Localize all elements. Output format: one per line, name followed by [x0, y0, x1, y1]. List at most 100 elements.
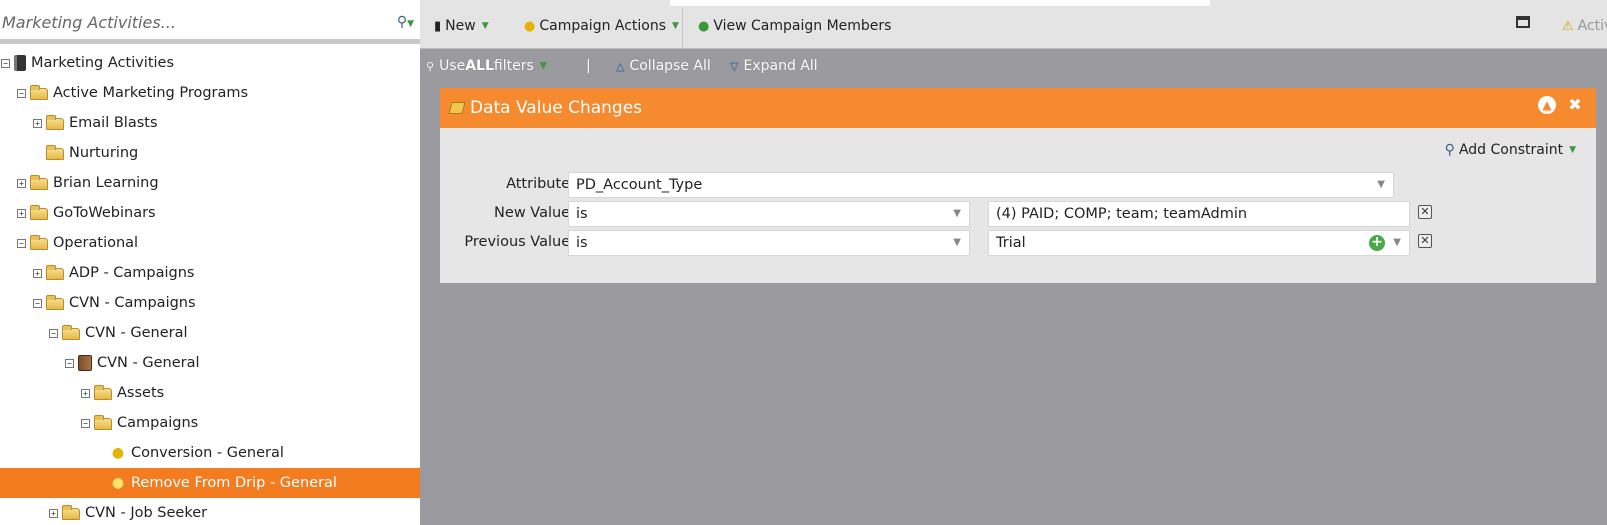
attribute-select[interactable]: PD_Account_Type ▼	[568, 172, 1394, 198]
chevron-down-icon: ▼	[953, 237, 961, 248]
use-all-filters-button[interactable]: ⚲ Use ALL filters ▼	[426, 58, 547, 74]
new-value-operator[interactable]: is ▼	[568, 201, 970, 227]
tree-item-label: GoToWebinars	[53, 205, 156, 221]
members-icon: ●	[698, 18, 710, 34]
collapse-all-button[interactable]: △ Collapse All	[616, 58, 711, 74]
tree-item[interactable]: − CVN - General	[0, 318, 420, 348]
folder-icon	[62, 505, 80, 520]
panel-actions: ▲ ✖	[1538, 96, 1584, 114]
filter-divider: |	[586, 58, 591, 74]
tree-item-label: Campaigns	[117, 415, 199, 431]
filter-panel: Data Value Changes ▲ ✖ ⚲ Add Constraint …	[440, 88, 1596, 283]
previous-value-input[interactable]: Trial + ▼	[988, 230, 1410, 256]
toolbar: ▮ New ▼ ● Campaign Actions ▼ ● View Camp…	[420, 0, 1607, 49]
previous-value-text: Trial	[996, 235, 1026, 251]
tree-item[interactable]: − Campaigns	[0, 408, 420, 438]
folder-icon	[94, 415, 112, 430]
expand-toggle-icon[interactable]: +	[33, 268, 42, 278]
bulb-icon: ●	[524, 18, 536, 34]
chevron-down-icon[interactable]: ▼	[1393, 231, 1401, 255]
pencil-icon	[448, 102, 466, 114]
tree-item-label: CVN - Job Seeker	[85, 505, 208, 521]
filter-bar: ⚲ Use ALL filters ▼ | △ Collapse All ▽ E…	[420, 50, 1607, 86]
previous-value-operator-text: is	[576, 235, 588, 251]
previous-value-operator[interactable]: is ▼	[568, 230, 970, 256]
expand-toggle-icon[interactable]: +	[49, 508, 58, 518]
campaign-actions-button[interactable]: ● Campaign Actions ▼	[524, 18, 679, 34]
folder-icon	[30, 235, 48, 250]
view-members-label: View Campaign Members	[713, 18, 892, 34]
tree-item-label: Brian Learning	[53, 175, 159, 191]
use-suffix: filters	[493, 58, 534, 74]
expand-toggle-icon[interactable]: +	[17, 208, 26, 218]
tree-item-label: CVN - General	[97, 355, 200, 371]
collapse-toggle-icon[interactable]: −	[49, 328, 58, 338]
remove-previous-value-icon[interactable]: ✕	[1418, 234, 1432, 248]
folder-icon	[94, 385, 112, 400]
tree-item[interactable]: + CVN - Job Seeker	[0, 498, 420, 525]
collapse-toggle-icon[interactable]: −	[65, 358, 74, 368]
close-icon[interactable]: ✖	[1566, 96, 1584, 114]
dropdown-arrow-icon: ▼	[481, 21, 489, 31]
root-icon	[14, 55, 26, 71]
tree-item[interactable]: ● Remove From Drip - General	[0, 468, 420, 498]
new-value-operator-text: is	[576, 206, 588, 222]
collapse-toggle-icon[interactable]: −	[81, 418, 90, 428]
search-input[interactable]	[2, 8, 372, 36]
new-icon: ▮	[434, 18, 442, 34]
collapse-toggle-icon[interactable]: −	[1, 58, 10, 68]
tree-item[interactable]: − CVN - Campaigns	[0, 288, 420, 318]
collapse-toggle-icon[interactable]: −	[17, 88, 26, 98]
folder-icon	[46, 295, 64, 310]
toggle-spacer	[97, 449, 106, 458]
add-constraint-label: Add Constraint	[1458, 142, 1564, 158]
filter-panel-header: Data Value Changes ▲ ✖	[440, 88, 1596, 128]
attribute-value: PD_Account_Type	[576, 177, 703, 193]
filter-icon[interactable]: ⚲▼	[397, 14, 414, 30]
new-value-input[interactable]: (4) PAID; COMP; team; teamAdmin	[988, 201, 1410, 227]
tree-item[interactable]: − Active Marketing Programs	[0, 78, 420, 108]
tree-item-label: CVN - Campaigns	[69, 295, 196, 311]
expand-toggle-icon[interactable]: +	[17, 178, 26, 188]
activity-button[interactable]: ⚠ Activ	[1562, 18, 1607, 34]
expand-toggle-icon[interactable]: +	[33, 118, 42, 128]
tree-item[interactable]: + Brian Learning	[0, 168, 420, 198]
collapse-toggle-icon[interactable]: −	[17, 238, 26, 248]
window-icon[interactable]	[1516, 16, 1530, 28]
new-value-text: (4) PAID; COMP; team; teamAdmin	[996, 206, 1248, 222]
tree-search: ⚲▼	[0, 0, 420, 44]
toggle-spacer	[97, 479, 106, 488]
view-campaign-members-button[interactable]: ● View Campaign Members	[698, 18, 891, 34]
tree-item-label: Marketing Activities	[31, 55, 175, 71]
tree-item-label: CVN - General	[85, 325, 188, 341]
toolbar-divider	[682, 8, 683, 48]
folder-icon	[30, 175, 48, 190]
window-glyph	[1516, 16, 1530, 28]
tree-item[interactable]: ● Conversion - General	[0, 438, 420, 468]
new-button[interactable]: ▮ New ▼	[434, 18, 489, 34]
tree-item[interactable]: + ADP - Campaigns	[0, 258, 420, 288]
remove-new-value-icon[interactable]: ✕	[1418, 205, 1432, 219]
move-up-icon[interactable]: ▲	[1538, 96, 1556, 114]
attribute-label: Attribute:	[506, 176, 575, 192]
chevron-down-icon: ▼	[1377, 179, 1385, 190]
folder-icon	[46, 145, 64, 160]
add-constraint-button[interactable]: ⚲ Add Constraint ▼	[1445, 142, 1576, 158]
add-value-icon[interactable]: +	[1369, 235, 1385, 251]
folder-icon	[30, 205, 48, 220]
tree-item[interactable]: − CVN - General	[0, 348, 420, 378]
tree-item[interactable]: Nurturing	[0, 138, 420, 168]
tree-item[interactable]: − Operational	[0, 228, 420, 258]
activity-label: Activ	[1577, 18, 1607, 34]
tree-item-label: Conversion - General	[131, 445, 284, 461]
expand-toggle-icon[interactable]: +	[81, 388, 90, 398]
tree-item[interactable]: − Marketing Activities	[0, 48, 420, 78]
folder-icon	[46, 115, 64, 130]
expand-all-button[interactable]: ▽ Expand All	[730, 58, 818, 74]
folder-icon	[30, 85, 48, 100]
tree-item-label: Email Blasts	[69, 115, 158, 131]
tree-item[interactable]: + GoToWebinars	[0, 198, 420, 228]
tree-item[interactable]: + Email Blasts	[0, 108, 420, 138]
tree-item[interactable]: + Assets	[0, 378, 420, 408]
collapse-toggle-icon[interactable]: −	[33, 298, 42, 308]
